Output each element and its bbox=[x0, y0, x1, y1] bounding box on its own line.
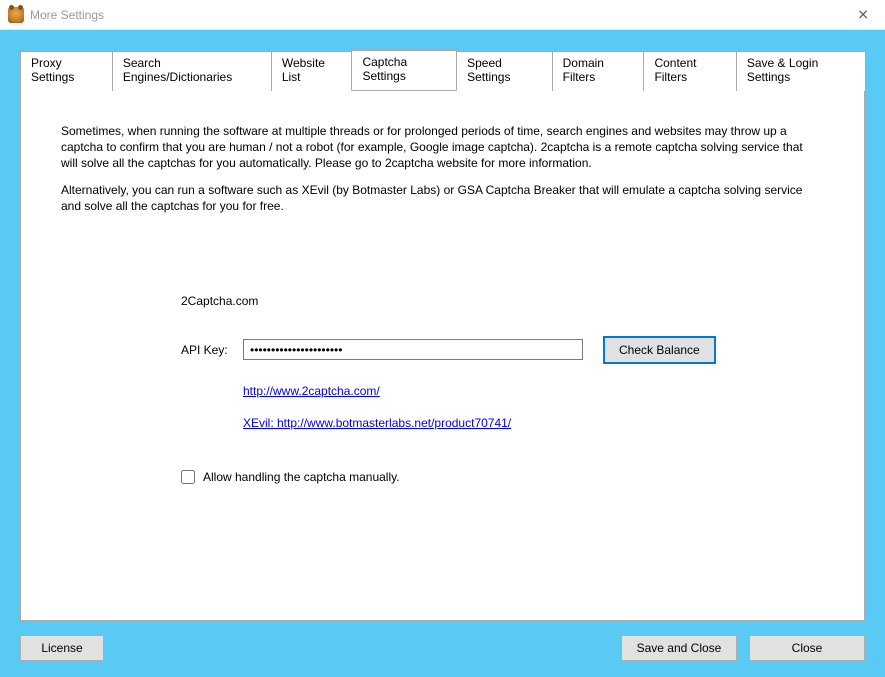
tab-proxy-settings[interactable]: Proxy Settings bbox=[20, 51, 113, 91]
tab-strip: Proxy Settings Search Engines/Dictionari… bbox=[20, 50, 865, 90]
api-key-label: API Key: bbox=[181, 343, 243, 357]
tab-captcha-settings[interactable]: Captcha Settings bbox=[351, 50, 457, 90]
manual-captcha-label[interactable]: Allow handling the captcha manually. bbox=[203, 470, 400, 484]
tab-domain-filters[interactable]: Domain Filters bbox=[552, 51, 645, 91]
api-key-input[interactable] bbox=[243, 339, 583, 360]
api-key-row: API Key: Check Balance bbox=[181, 336, 824, 364]
tab-body: Sometimes, when running the software at … bbox=[20, 90, 865, 621]
captcha-section: 2Captcha.com API Key: Check Balance http… bbox=[181, 294, 824, 484]
bottom-button-bar: License Save and Close Close bbox=[20, 635, 865, 661]
outer-panel: Proxy Settings Search Engines/Dictionari… bbox=[0, 30, 885, 677]
link-xevil[interactable]: XEvil: http://www.botmasterlabs.net/prod… bbox=[243, 416, 824, 430]
license-button[interactable]: License bbox=[20, 635, 104, 661]
tab-website-list[interactable]: Website List bbox=[271, 51, 353, 91]
manual-captcha-checkbox[interactable] bbox=[181, 470, 195, 484]
tab-container: Proxy Settings Search Engines/Dictionari… bbox=[20, 50, 865, 621]
save-and-close-button[interactable]: Save and Close bbox=[621, 635, 737, 661]
tab-save-login-settings[interactable]: Save & Login Settings bbox=[736, 51, 866, 91]
link-2captcha[interactable]: http://www.2captcha.com/ bbox=[243, 384, 824, 398]
intro-paragraph-1: Sometimes, when running the software at … bbox=[61, 123, 821, 172]
window-title: More Settings bbox=[30, 8, 104, 22]
manual-captcha-row: Allow handling the captcha manually. bbox=[181, 470, 824, 484]
tab-speed-settings[interactable]: Speed Settings bbox=[456, 51, 553, 91]
close-icon[interactable]: ✕ bbox=[849, 2, 877, 27]
check-balance-button[interactable]: Check Balance bbox=[603, 336, 716, 364]
close-button[interactable]: Close bbox=[749, 635, 865, 661]
section-title: 2Captcha.com bbox=[181, 294, 824, 308]
tab-content-filters[interactable]: Content Filters bbox=[643, 51, 736, 91]
titlebar: More Settings ✕ bbox=[0, 0, 885, 30]
intro-text: Sometimes, when running the software at … bbox=[61, 123, 821, 214]
right-button-group: Save and Close Close bbox=[621, 635, 865, 661]
app-icon bbox=[8, 7, 24, 23]
tab-search-engines[interactable]: Search Engines/Dictionaries bbox=[112, 51, 272, 91]
intro-paragraph-2: Alternatively, you can run a software su… bbox=[61, 182, 821, 214]
